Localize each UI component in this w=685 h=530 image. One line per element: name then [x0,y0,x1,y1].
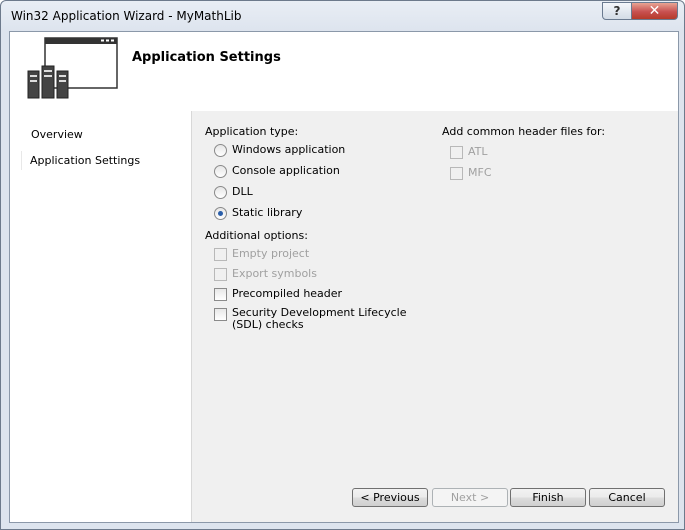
radio-label: Console application [232,164,340,177]
checkbox-empty-project[interactable]: Empty project [214,247,309,261]
radio-console-application[interactable]: Console application [214,164,340,178]
settings-panel: Application type: Windows application Co… [194,111,678,522]
wizard-client: Application Settings Overview Applicatio… [9,31,679,523]
wizard-header: Application Settings [10,32,678,111]
checkbox-precompiled-header[interactable]: Precompiled header [214,287,342,301]
wizard-nav: Overview Application Settings [10,111,192,522]
title-bar[interactable]: Win32 Application Wizard - MyMathLib ? ✕ [1,1,684,31]
application-window-icon [27,37,118,99]
wizard-window: Win32 Application Wizard - MyMathLib ? ✕… [0,0,685,530]
previous-button[interactable]: < Previous [352,488,428,507]
checkbox[interactable] [214,308,227,321]
help-button[interactable]: ? [602,2,632,20]
next-button[interactable]: Next > [432,488,508,507]
checkbox-sdl-checks[interactable]: Security Development Lifecycle (SDL) che… [214,307,414,331]
additional-options-label: Additional options: [205,229,308,242]
cancel-button[interactable]: Cancel [589,488,665,507]
common-headers-label: Add common header files for: [442,125,606,138]
nav-item-overview[interactable]: Overview [23,125,91,144]
close-button[interactable]: ✕ [631,2,678,20]
finish-button[interactable]: Finish [510,488,586,507]
checkbox-label: ATL [468,145,488,158]
checkbox[interactable] [214,268,227,281]
checkbox[interactable] [214,288,227,301]
radio-label: DLL [232,185,253,198]
nav-item-application-settings[interactable]: Application Settings [21,151,181,170]
checkbox-label: Security Development Lifecycle (SDL) che… [232,306,407,331]
radio-dll[interactable]: DLL [214,185,253,199]
page-title: Application Settings [132,50,281,65]
radio-windows-application[interactable]: Windows application [214,143,345,157]
checkbox-mfc[interactable]: MFC [450,166,492,180]
checkbox-export-symbols[interactable]: Export symbols [214,267,317,281]
radio-label: Static library [232,206,303,219]
radio-label: Windows application [232,143,346,156]
radio-button[interactable] [214,165,227,178]
application-type-label: Application type: [205,125,299,138]
checkbox[interactable] [450,146,463,159]
checkbox-label: Precompiled header [232,287,343,300]
radio-button[interactable] [214,186,227,199]
radio-button[interactable] [214,144,227,157]
radio-static-library[interactable]: Static library [214,206,302,220]
checkbox[interactable] [450,167,463,180]
window-title: Win32 Application Wizard - MyMathLib [11,9,242,23]
checkbox-atl[interactable]: ATL [450,145,488,159]
radio-button-selected[interactable] [214,207,227,220]
checkbox[interactable] [214,248,227,261]
checkbox-label: Export symbols [232,267,317,280]
checkbox-label: Empty project [232,247,310,260]
checkbox-label: MFC [468,166,492,179]
